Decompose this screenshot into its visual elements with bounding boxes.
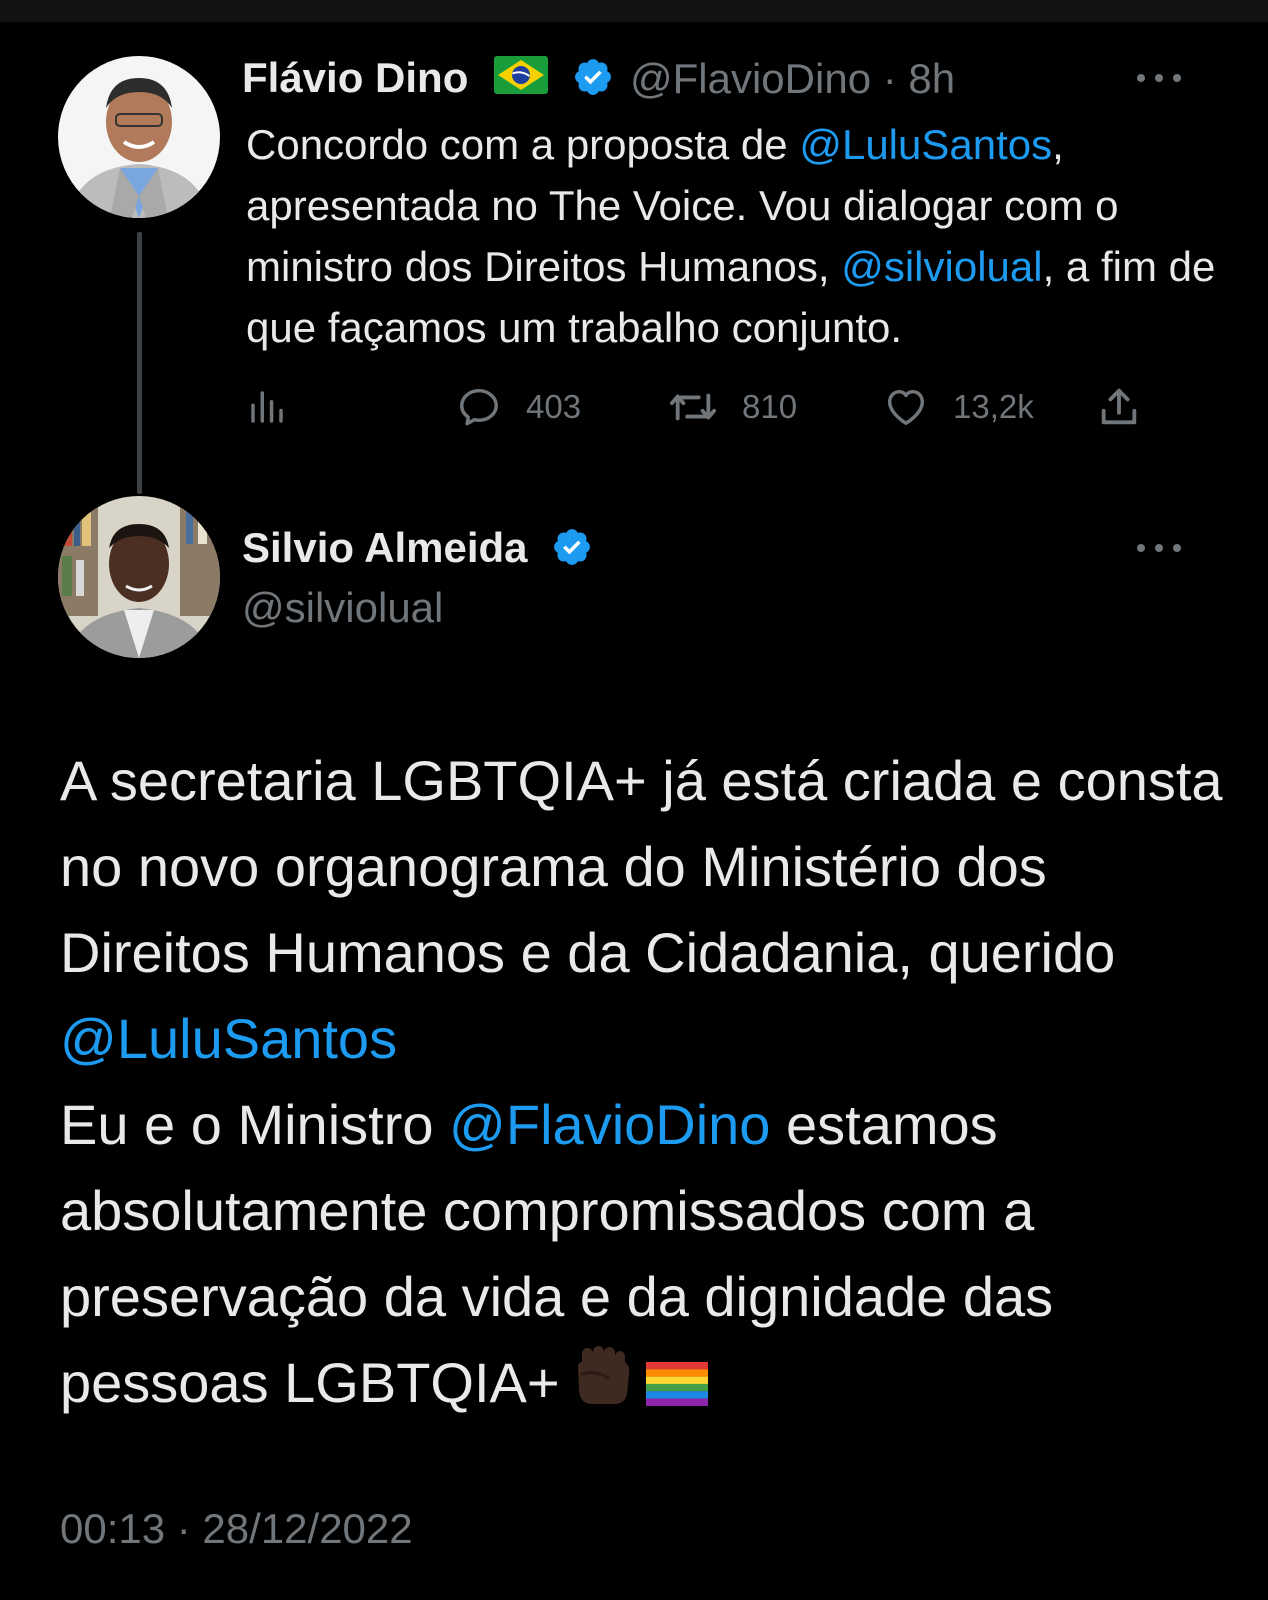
- meta-separator: ·: [882, 55, 897, 102]
- share-button[interactable]: [1096, 382, 1142, 432]
- author-name-text[interactable]: Flávio Dino: [242, 54, 468, 101]
- verified-badge-icon: [572, 56, 614, 108]
- mention-lulusantos[interactable]: @LuluSantos: [60, 1007, 397, 1070]
- avatar-flavio-dino[interactable]: [58, 56, 220, 218]
- reply-button[interactable]: 403: [456, 382, 581, 432]
- rainbow-flag-icon: [645, 1344, 708, 1430]
- author-name-text[interactable]: Silvio Almeida: [242, 524, 528, 571]
- author-name[interactable]: Flávio Dino: [242, 54, 614, 108]
- tweet-text-segment: Eu e o Ministro: [60, 1093, 450, 1156]
- tweet-time[interactable]: 8h: [908, 55, 955, 102]
- retweet-icon: [670, 393, 716, 421]
- heart-icon: [887, 389, 925, 426]
- tweet-text-segment: Concordo com a proposta de: [246, 121, 800, 168]
- mention-flaviodino[interactable]: @FlavioDino: [449, 1093, 770, 1156]
- thread-connector-line: [137, 232, 142, 494]
- tweet-actions: 403 810 13,2k: [246, 382, 1176, 432]
- reply-icon: [460, 388, 498, 426]
- reply-count: 403: [526, 388, 582, 425]
- author-handle[interactable]: @FlavioDino: [630, 55, 871, 102]
- brazil-flag-icon: [494, 56, 549, 104]
- more-options-icon[interactable]: [1137, 538, 1181, 558]
- tweet-text: A secretaria LGBTQIA+ já está criada e c…: [60, 738, 1250, 1430]
- tweet-meta: @FlavioDino · 8h: [630, 55, 955, 103]
- verified-badge-icon: [551, 526, 593, 578]
- more-options-icon[interactable]: [1137, 68, 1181, 88]
- like-button[interactable]: 13,2k: [883, 382, 1034, 432]
- author-name[interactable]: Silvio Almeida: [242, 524, 593, 578]
- like-count: 13,2k: [953, 388, 1034, 425]
- raised-fist-dark-skin-icon: [574, 1344, 632, 1430]
- tweet-text-segment: A secretaria LGBTQIA+ já está criada e c…: [60, 749, 1223, 984]
- status-bar: [0, 0, 1268, 22]
- mention-lulusantos[interactable]: @LuluSantos: [799, 121, 1052, 168]
- analytics-icon: [251, 391, 283, 423]
- tweet-text: Concordo com a proposta de @LuluSantos, …: [246, 114, 1216, 358]
- share-icon: [1101, 388, 1137, 425]
- avatar-silvio-almeida[interactable]: [58, 496, 220, 658]
- tweet-timestamp[interactable]: 00:13 · 28/12/2022: [60, 1505, 413, 1553]
- retweet-count: 810: [742, 388, 798, 425]
- author-handle[interactable]: @silviolual: [242, 584, 443, 632]
- mention-silviolual[interactable]: @silviolual: [841, 243, 1042, 290]
- analytics-button[interactable]: [246, 382, 288, 432]
- retweet-button[interactable]: 810: [668, 382, 797, 432]
